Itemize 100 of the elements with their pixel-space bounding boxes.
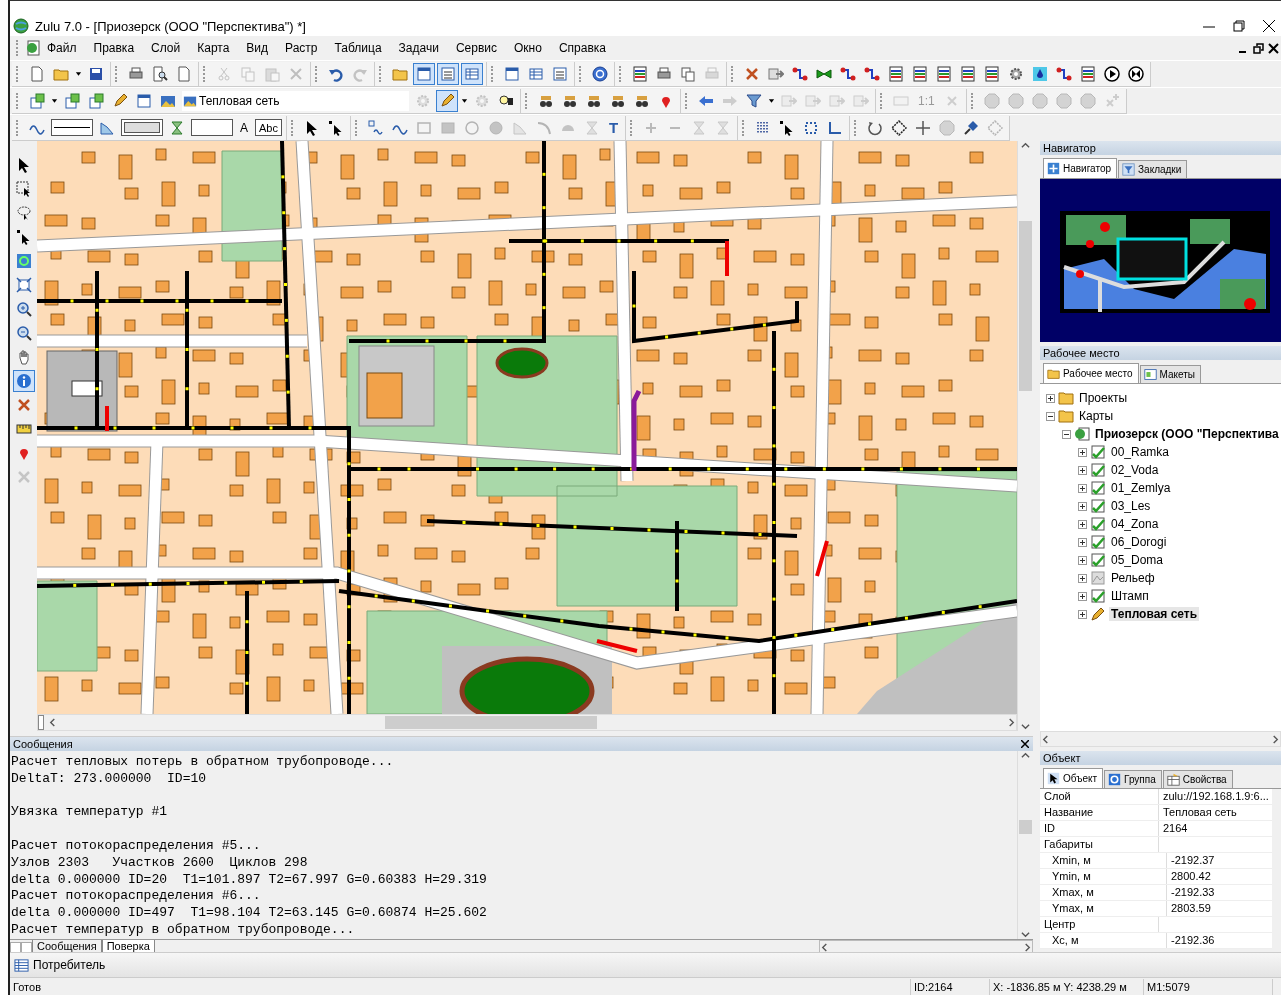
text-tool-button[interactable]: T — [605, 117, 623, 138]
tree-item[interactable]: Рельеф — [1109, 571, 1157, 585]
expand-box-icon[interactable] — [1078, 609, 1087, 619]
close-icon[interactable] — [1261, 18, 1277, 34]
layer-icon — [1090, 499, 1106, 513]
globe-app-icon — [13, 18, 29, 34]
layer-icon — [1090, 571, 1106, 585]
vertical-scrollbar[interactable] — [1272, 789, 1281, 949]
tab[interactable]: Макеты — [1139, 365, 1202, 383]
text-style-box[interactable]: Abc — [255, 119, 282, 136]
horizontal-scrollbar[interactable] — [1040, 731, 1281, 747]
tab[interactable]: Объект — [1043, 768, 1104, 788]
layer-dropdown[interactable]: Тепловая сеть — [182, 90, 409, 111]
pencil-icon[interactable] — [436, 89, 458, 112]
tree-item[interactable]: Штамп — [1109, 589, 1151, 603]
tab[interactable]: Рабочее место — [1043, 363, 1139, 383]
folder-icon — [1058, 391, 1074, 405]
expand-box-icon[interactable] — [1078, 519, 1087, 529]
close-icon[interactable] — [1268, 42, 1279, 54]
expand-box-icon[interactable] — [1078, 591, 1087, 601]
funnel-icon — [1122, 163, 1136, 176]
property-value: 2800.42 — [1170, 869, 1212, 884]
tree-item[interactable]: Проекты — [1077, 391, 1130, 405]
expand-box-icon[interactable] — [1078, 573, 1087, 583]
color-box[interactable] — [191, 119, 233, 136]
expand-box-icon[interactable] — [1078, 447, 1087, 457]
expand-box-icon[interactable] — [1078, 555, 1087, 565]
tree-item[interactable]: 04_Zona — [1109, 517, 1161, 531]
tree-item[interactable]: 06_Dorogi — [1109, 535, 1169, 549]
collapse-box-icon[interactable] — [1046, 411, 1055, 421]
collapse-box-icon[interactable] — [1062, 429, 1071, 439]
property-name: Центр — [1040, 917, 1159, 932]
toolbar-button[interactable]: A — [236, 118, 252, 137]
layer-icon — [1090, 589, 1106, 603]
tab[interactable]: Навигатор — [1043, 158, 1118, 178]
vertical-scrollbar[interactable] — [1017, 751, 1033, 939]
tree-item[interactable]: 01_Zemlya — [1109, 481, 1173, 495]
log-line: Расчет температур в обратном трубопроводе... — [11, 921, 356, 939]
tree-item[interactable]: 03_Les — [1109, 499, 1153, 513]
expand-box-icon[interactable] — [1046, 393, 1055, 403]
layer-icon — [1090, 445, 1106, 459]
tree-item[interactable]: 02_Voda — [1109, 463, 1161, 477]
property-value: -2192.36 — [1170, 933, 1216, 948]
tab[interactable]: Закладки — [1118, 160, 1188, 178]
property-name: Название — [1040, 805, 1159, 820]
tab[interactable]: Свойства — [1162, 770, 1233, 788]
tree-item[interactable]: Карты — [1077, 409, 1116, 423]
menu-item[interactable]: Растр — [279, 39, 329, 57]
expand-box-icon[interactable] — [1078, 501, 1087, 511]
tab[interactable]: Группа — [1104, 770, 1162, 788]
panel-title: Сообщения — [13, 738, 73, 750]
property-value: Тепловая сеть — [1162, 805, 1238, 820]
overview-map-drawing[interactable] — [1040, 179, 1281, 342]
menu-item[interactable]: Таблица — [328, 39, 393, 57]
restore-icon[interactable] — [1231, 18, 1247, 34]
menu-item[interactable]: Вид — [240, 39, 280, 57]
plus-square-icon — [1047, 162, 1060, 175]
menu-item[interactable]: Правка — [87, 39, 146, 57]
expand-box-icon[interactable] — [1078, 483, 1087, 493]
horizontal-scrollbar[interactable] — [37, 714, 1018, 731]
close-icon[interactable] — [1021, 740, 1029, 748]
ring-square-icon — [1108, 773, 1122, 786]
tree-item[interactable]: 05_Doma — [1109, 553, 1166, 567]
expand-box-icon[interactable] — [1078, 537, 1087, 547]
layer-icon — [1090, 517, 1106, 531]
tree-item[interactable]: 00_Ramka — [1109, 445, 1172, 459]
line-style-box[interactable] — [51, 119, 93, 136]
folder-icon — [1047, 367, 1060, 380]
menu-item[interactable]: Слой — [145, 39, 192, 57]
log-line: Расчет потокораспределения #6... — [11, 888, 262, 906]
log-line: Расчет потокораспределения #5... — [11, 838, 262, 855]
city-map-drawing[interactable] — [37, 141, 1018, 714]
window-icon[interactable] — [413, 62, 435, 85]
status-text: ID:2164 — [911, 978, 990, 995]
tree-item[interactable]: Приозерск (ООО "Перспектива — [1093, 427, 1281, 441]
fill-style-box[interactable] — [121, 119, 163, 136]
property-name: Xmin, м — [1040, 853, 1167, 868]
panel-title: Навигатор — [1043, 142, 1096, 154]
status-text: Готов — [10, 978, 911, 995]
list-icon[interactable] — [437, 62, 459, 85]
restore-icon[interactable] — [1253, 42, 1264, 54]
table-icon — [14, 957, 29, 973]
log-line: DeltaT: 273.000000 ID=10 — [11, 770, 208, 788]
menu-item[interactable]: Задачи — [392, 39, 450, 57]
expand-box-icon[interactable] — [1078, 465, 1087, 475]
table-icon[interactable] — [461, 62, 483, 85]
layer-icon — [1090, 481, 1106, 495]
menu-item[interactable]: Окно — [508, 39, 553, 57]
tree-item[interactable]: Тепловая сеть — [1109, 607, 1200, 621]
property-name: ID — [1040, 821, 1159, 836]
menu-item[interactable]: Справка — [552, 39, 617, 57]
info-icon[interactable] — [12, 370, 35, 392]
document-globe-icon[interactable] — [25, 40, 41, 56]
menu-item[interactable]: Файл — [41, 39, 88, 57]
menu-item[interactable]: Карта — [191, 39, 241, 57]
splitter-handle[interactable] — [38, 715, 45, 730]
status-text: M1:5079 — [1144, 978, 1273, 995]
log-line: Узлов 2303 Участков 2600 Циклов 298 — [11, 854, 309, 872]
layer-icon — [1090, 535, 1106, 549]
menu-item[interactable]: Сервис — [449, 39, 508, 57]
